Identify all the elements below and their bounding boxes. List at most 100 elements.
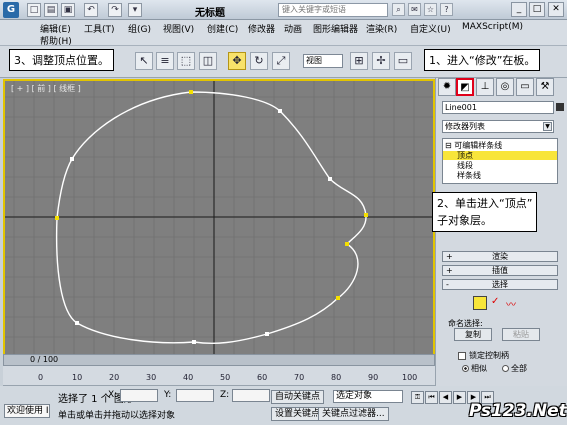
vertex-handle <box>70 157 74 161</box>
object-color-swatch[interactable] <box>556 103 564 111</box>
stack-item-vertex[interactable]: 顶点 <box>443 151 557 160</box>
create-tab-icon[interactable]: ✹ <box>438 78 456 96</box>
select-and-scale-icon[interactable]: ⤢ <box>272 52 290 70</box>
time-slider[interactable]: 0 / 100 <box>3 354 435 366</box>
set-key-button[interactable]: 设置关键点 <box>271 407 325 421</box>
display-tab-icon[interactable]: ▭ <box>516 78 534 96</box>
vertex-handle <box>189 90 193 94</box>
rollout-interpolation[interactable]: + 插值 <box>442 265 558 276</box>
utilities-tab-icon[interactable]: ⚒ <box>536 78 554 96</box>
callout-step3: 3、调整顶点位置。 <box>9 49 114 71</box>
key-icon[interactable]: ⚿ <box>411 391 424 404</box>
restore-button[interactable]: □ <box>529 2 545 17</box>
stack-item-editable-spline[interactable]: ⊟ 可编辑样条线 <box>443 141 557 150</box>
menu-modifiers[interactable]: 修改器 <box>248 22 275 35</box>
menu-create[interactable]: 创建(C) <box>207 22 238 35</box>
ruler-tick: 30 <box>146 373 157 382</box>
rectangular-selection-icon[interactable]: ⬚ <box>177 52 195 70</box>
menu-views[interactable]: 视图(V) <box>163 22 194 35</box>
ruler-tick: 0 <box>38 373 44 382</box>
spline-shape <box>55 91 367 344</box>
select-manipulate-icon[interactable]: ✢ <box>372 52 390 70</box>
keyboard-shortcut-icon[interactable]: ▭ <box>394 52 412 70</box>
segment-subobject-icon[interactable]: ✓ <box>491 296 499 307</box>
command-panel: ✹ ◩ ⊥ ◎ ▭ ⚒ Line001 修改器列表 ▼ ⊟ 可编辑样条线 顶点 … <box>435 78 567 386</box>
vertex-handle <box>192 340 196 344</box>
help-icon[interactable]: ? <box>440 3 453 16</box>
viewport-label[interactable]: [ + ] [ 前 ] [ 线框 ] <box>11 83 81 94</box>
auto-key-button[interactable]: 自动关键点 <box>271 390 325 404</box>
key-mode-select[interactable]: 选定对象 <box>333 390 403 403</box>
undo-icon[interactable]: ↶ <box>84 3 98 17</box>
app-logo-icon[interactable]: G <box>3 2 19 18</box>
spline-subobject-icon[interactable]: 〰 <box>506 296 516 311</box>
save-file-icon[interactable]: ▣ <box>61 3 75 17</box>
menu-rendering[interactable]: 渲染(R) <box>366 22 397 35</box>
select-by-name-icon[interactable]: ≡ <box>156 52 174 70</box>
vertex-handle <box>75 321 79 325</box>
z-coord-field[interactable] <box>232 389 270 402</box>
expand-icon: + <box>446 252 453 261</box>
vertex-subobject-icon[interactable] <box>473 296 487 310</box>
menu-animation[interactable]: 动画 <box>284 22 302 35</box>
pivot-center-icon[interactable]: ⊞ <box>350 52 368 70</box>
similar-label: 相似 <box>471 364 487 373</box>
play-icon[interactable]: ▶ <box>453 391 466 404</box>
favorites-icon[interactable]: ☆ <box>424 3 437 16</box>
ruler-tick: 60 <box>257 373 268 382</box>
viewport-grid <box>5 81 433 364</box>
stack-item-spline[interactable]: 样条线 <box>443 171 557 180</box>
menu-group[interactable]: 组(G) <box>128 22 151 35</box>
new-file-icon[interactable]: □ <box>27 3 41 17</box>
y-coord-field[interactable] <box>176 389 214 402</box>
vertex-handle <box>278 109 282 113</box>
copy-button[interactable]: 复制 <box>454 328 492 341</box>
go-to-start-icon[interactable]: ⏮ <box>425 391 438 404</box>
time-slider-frame: 0 / 100 <box>30 355 59 364</box>
title-bar: G □ ▤ ▣ ↶ ↷ ▾ 无标题 键入关键字或短语 ⌕ ✉ ☆ ? _ □ ✕ <box>0 0 567 20</box>
track-bar[interactable]: 0 10 20 30 40 50 60 70 80 90 100 <box>3 366 435 386</box>
modifier-stack[interactable]: ⊟ 可编辑样条线 顶点 线段 样条线 <box>442 138 558 184</box>
rollout-rendering[interactable]: + 渲染 <box>442 251 558 262</box>
object-name-field[interactable]: Line001 <box>442 101 554 114</box>
stack-item-segment[interactable]: 线段 <box>443 161 557 170</box>
open-file-icon[interactable]: ▤ <box>44 3 58 17</box>
viewport-canvas[interactable] <box>5 81 433 364</box>
modify-tab-icon[interactable]: ◩ <box>456 78 474 96</box>
menu-maxscript[interactable]: MAXScript(M) <box>462 22 523 32</box>
search-input[interactable]: 键入关键字或短语 <box>278 3 388 17</box>
previous-frame-icon[interactable]: ◀ <box>439 391 452 404</box>
hierarchy-tab-icon[interactable]: ⊥ <box>476 78 494 96</box>
project-folder-icon[interactable]: ▾ <box>128 3 142 17</box>
redo-icon[interactable]: ↷ <box>108 3 122 17</box>
lock-handles-checkbox[interactable]: 锁定控制柄 <box>458 350 509 361</box>
select-object-icon[interactable]: ↖ <box>135 52 153 70</box>
select-and-rotate-icon[interactable]: ↻ <box>250 52 268 70</box>
close-button[interactable]: ✕ <box>548 2 564 17</box>
ruler-tick: 90 <box>368 373 379 382</box>
menu-customize[interactable]: 自定义(U) <box>410 22 451 35</box>
chevron-down-icon[interactable]: ▼ <box>543 122 552 131</box>
paste-button[interactable]: 粘贴 <box>502 328 540 341</box>
modifier-list-dropdown[interactable]: 修改器列表 ▼ <box>442 120 554 133</box>
minimize-button[interactable]: _ <box>511 2 527 17</box>
communication-icon[interactable]: ✉ <box>408 3 421 16</box>
maxscript-listener[interactable]: 欢迎使用 I <box>4 404 50 418</box>
prompt-line: 单击或单击并拖动以选择对象 <box>58 411 176 421</box>
motion-tab-icon[interactable]: ◎ <box>496 78 514 96</box>
menu-tools[interactable]: 工具(T) <box>84 22 115 35</box>
reference-coordinate-select[interactable]: 视图 <box>303 54 343 68</box>
rollout-selection[interactable]: - 选择 <box>442 279 558 290</box>
select-and-move-icon[interactable]: ✥ <box>228 52 246 70</box>
menu-graph-editors[interactable]: 图形编辑器 <box>313 22 358 35</box>
x-coord-field[interactable] <box>120 389 158 402</box>
z-coord-label: Z: <box>220 390 230 400</box>
similar-radio[interactable]: 相似 <box>462 363 487 374</box>
vertex-handle <box>55 216 59 220</box>
key-filters-button[interactable]: 关键点过滤器... <box>318 407 389 421</box>
window-crossing-icon[interactable]: ◫ <box>199 52 217 70</box>
search-icon[interactable]: ⌕ <box>392 3 405 16</box>
callout-step2-line1: 2、单击进入“顶点” <box>437 197 533 210</box>
front-viewport[interactable]: [ + ] [ 前 ] [ 线框 ] <box>3 79 435 366</box>
all-radio[interactable]: 全部 <box>502 363 527 374</box>
